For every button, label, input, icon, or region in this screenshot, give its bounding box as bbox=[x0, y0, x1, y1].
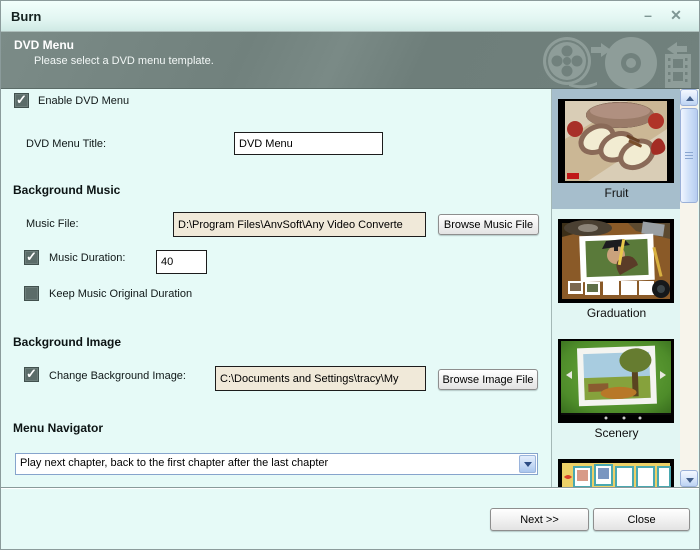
close-icon: ✕ bbox=[670, 7, 682, 23]
dvd-menu-title-input[interactable] bbox=[234, 132, 383, 155]
background-image-heading: Background Image bbox=[13, 335, 121, 349]
template-item-fruit[interactable]: Fruit bbox=[552, 89, 680, 209]
template-label: Scenery bbox=[552, 426, 680, 440]
partial-template-image bbox=[558, 459, 674, 487]
enable-dvd-menu-checkbox[interactable] bbox=[14, 93, 29, 108]
template-label: Graduation bbox=[552, 306, 680, 320]
template-item-graduation[interactable]: Graduation bbox=[552, 209, 680, 329]
chevron-down-icon[interactable] bbox=[519, 455, 536, 473]
change-background-image-checkbox[interactable] bbox=[24, 367, 39, 382]
burn-dialog: Burn – ✕ DVD Menu Please select a DVD me… bbox=[0, 0, 700, 550]
disc-icon bbox=[605, 37, 657, 89]
scenery-thumbnail[interactable] bbox=[558, 339, 674, 423]
graduation-thumbnail[interactable] bbox=[558, 219, 674, 303]
scroll-down-icon[interactable] bbox=[680, 470, 698, 487]
close-dialog-button[interactable]: Close bbox=[593, 508, 690, 531]
header-title: DVD Menu bbox=[14, 38, 74, 52]
scrollbar-thumb[interactable] bbox=[680, 108, 698, 203]
window-title: Burn bbox=[11, 9, 41, 24]
browse-music-file-button[interactable]: Browse Music File bbox=[438, 214, 539, 235]
music-file-input[interactable] bbox=[173, 212, 426, 237]
template-label: Fruit bbox=[552, 186, 680, 200]
partial-thumbnail[interactable] bbox=[558, 459, 674, 487]
background-image-input[interactable] bbox=[215, 366, 426, 391]
minimize-button[interactable]: – bbox=[637, 6, 659, 24]
template-list: Fruit bbox=[551, 89, 680, 487]
dvd-menu-title-label: DVD Menu Title: bbox=[26, 138, 106, 150]
close-button[interactable]: ✕ bbox=[665, 6, 687, 24]
menu-navigator-heading: Menu Navigator bbox=[13, 421, 103, 435]
templates-scrollbar[interactable] bbox=[680, 89, 698, 487]
keep-original-duration-label: Keep Music Original Duration bbox=[49, 288, 192, 300]
music-duration-input[interactable] bbox=[156, 250, 207, 274]
keep-original-duration-checkbox[interactable] bbox=[24, 286, 39, 301]
music-duration-checkbox[interactable] bbox=[24, 250, 39, 265]
menu-navigator-dropdown[interactable]: Play next chapter, back to the first cha… bbox=[15, 453, 538, 475]
template-item-partial[interactable] bbox=[552, 449, 680, 487]
graduation-template-image bbox=[558, 219, 674, 303]
burn-graphic bbox=[539, 32, 697, 89]
minimize-icon: – bbox=[644, 7, 652, 23]
footer-divider bbox=[1, 487, 699, 489]
header-subtitle: Please select a DVD menu template. bbox=[34, 55, 214, 67]
scenery-template-image bbox=[558, 339, 674, 423]
menu-navigator-selected-option: Play next chapter, back to the first cha… bbox=[20, 457, 328, 469]
background-music-heading: Background Music bbox=[13, 183, 120, 197]
next-button[interactable]: Next >> bbox=[490, 508, 589, 531]
film-strip-icon bbox=[665, 54, 691, 88]
enable-dvd-menu-label: Enable DVD Menu bbox=[38, 95, 129, 107]
arrow-left-icon bbox=[667, 42, 687, 56]
template-item-scenery[interactable]: Scenery bbox=[552, 329, 680, 449]
title-bar: Burn – ✕ bbox=[1, 1, 699, 32]
music-duration-label: Music Duration: bbox=[49, 252, 125, 264]
scroll-up-icon[interactable] bbox=[680, 89, 698, 106]
film-reel-icon bbox=[543, 37, 597, 88]
browse-image-file-button[interactable]: Browse Image File bbox=[438, 369, 538, 390]
change-background-image-label: Change Background Image: bbox=[49, 370, 186, 382]
fruit-template-image bbox=[558, 99, 674, 183]
music-file-label: Music File: bbox=[26, 218, 79, 230]
fruit-thumbnail[interactable] bbox=[558, 99, 674, 183]
wizard-header: DVD Menu Please select a DVD menu templa… bbox=[1, 32, 699, 89]
